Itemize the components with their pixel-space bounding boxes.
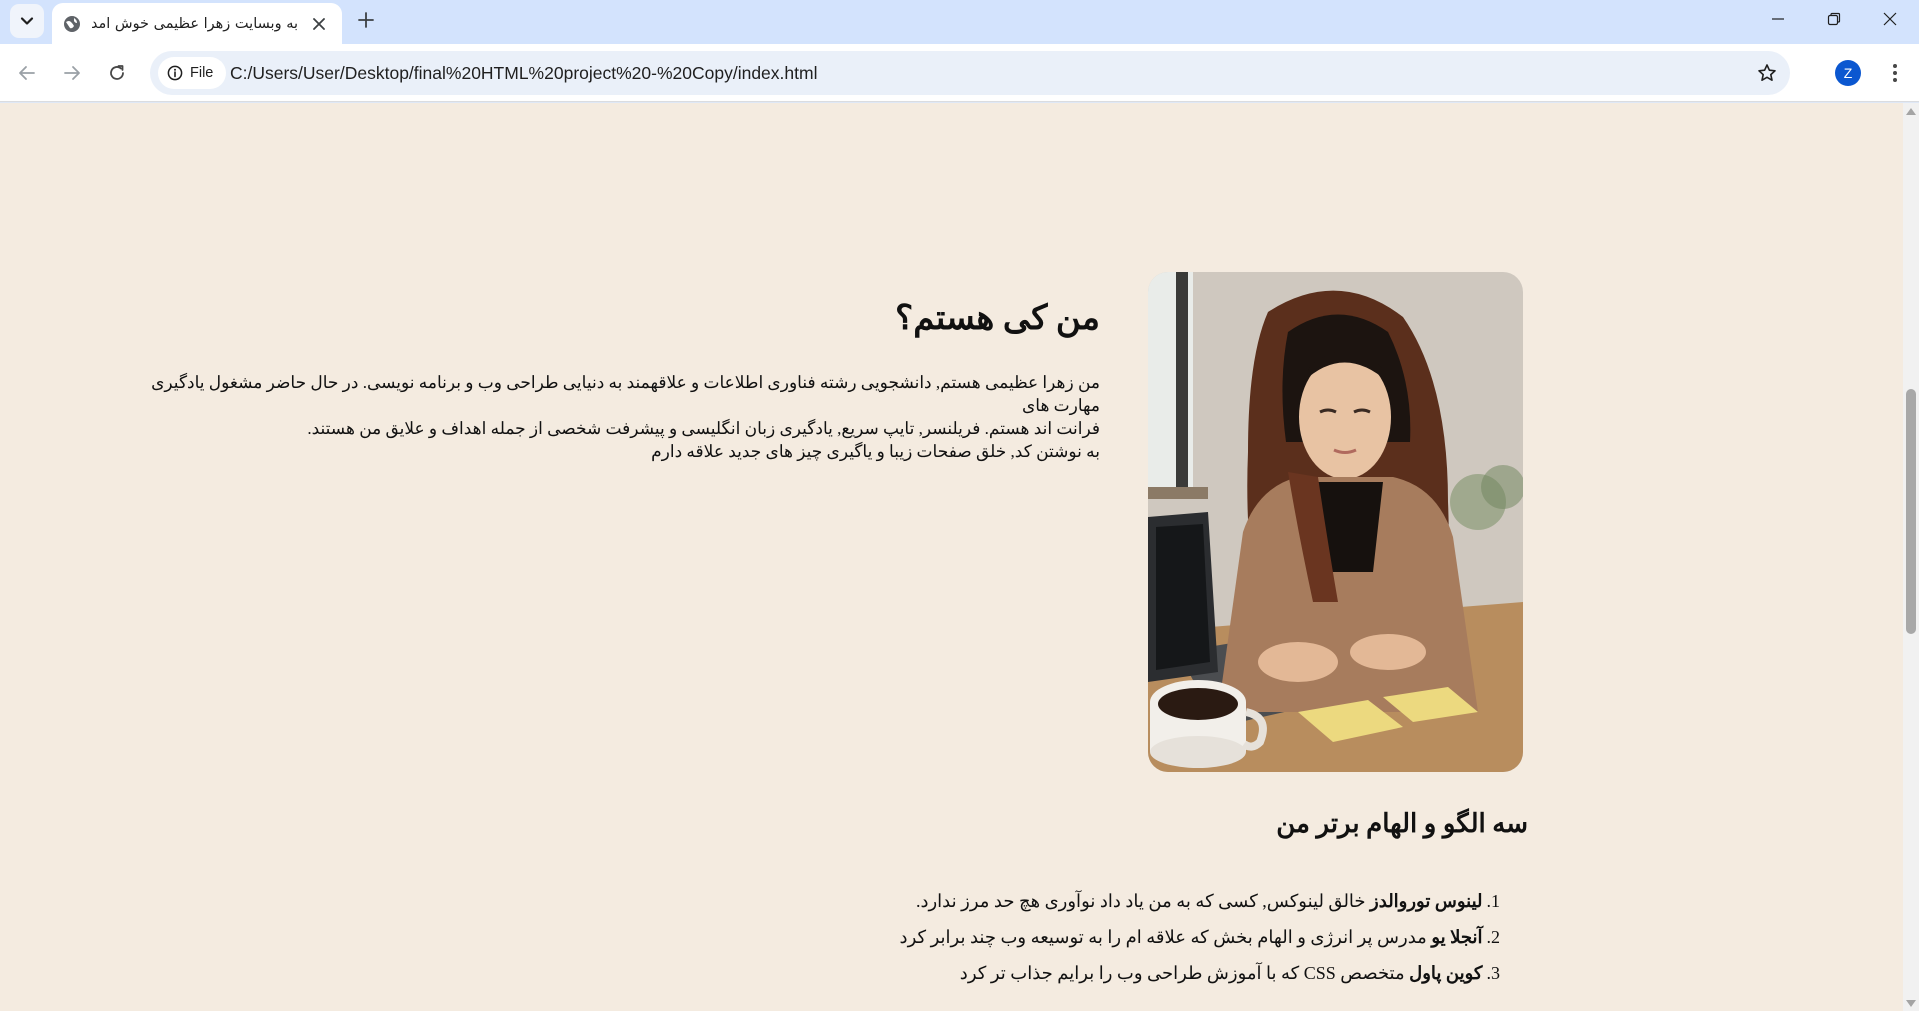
- browser-toolbar: File C:/Users/User/Desktop/final%20HTML%…: [0, 44, 1919, 102]
- list-item: 2.آنجلا یو مدرس پر انرژی و الهام بخش که …: [700, 919, 1500, 955]
- browser-menu-button[interactable]: [1880, 56, 1910, 90]
- idols-list: 1.لینوس توروالدز خالق لینوکس, کسی که به …: [700, 883, 1500, 991]
- about-line: فرانت اند هستم. فریلنسر, تایپ سریع, یادگ…: [307, 419, 1100, 438]
- scrollbar-thumb[interactable]: [1906, 389, 1916, 634]
- page-viewport: من کی هستم؟ من زهرا عظیمی هستم, دانشجویی…: [0, 103, 1903, 1011]
- more-vert-icon: [1893, 64, 1897, 82]
- plus-icon: [358, 12, 374, 28]
- arrow-left-icon: [19, 66, 35, 80]
- list-item-number: 3.: [1486, 963, 1501, 983]
- list-item-text: خالق لینوکس, کسی که به من یاد داد نوآوری…: [915, 891, 1371, 911]
- tab-title: به وبسایت زهرا عظیمی خوش آمدید: [92, 15, 298, 32]
- minimize-icon: [1772, 18, 1784, 20]
- about-paragraph: من زهرا عظیمی هستم, دانشجویی رشته فناوری…: [118, 371, 1100, 463]
- security-chip-label: File: [190, 65, 214, 81]
- list-item-text: متخصص CSS که با آموزش طراحی وب را برایم …: [959, 963, 1410, 983]
- globe-icon: [64, 15, 80, 32]
- minimize-button[interactable]: [1750, 0, 1806, 38]
- reload-button[interactable]: [99, 55, 135, 91]
- scroll-up-arrow-icon[interactable]: [1906, 108, 1916, 115]
- list-item-name: لینوس توروالدز: [1370, 891, 1483, 911]
- restore-button[interactable]: [1806, 0, 1862, 38]
- profile-avatar[interactable]: Z: [1835, 60, 1861, 86]
- close-window-button[interactable]: [1862, 0, 1918, 38]
- list-item: 1.لینوس توروالدز خالق لینوکس, کسی که به …: [700, 883, 1500, 919]
- browser-tab[interactable]: به وبسایت زهرا عظیمی خوش آمدید: [52, 3, 342, 44]
- list-item: 3.کوین پاول متخصص CSS که با آموزش طراحی …: [700, 955, 1500, 991]
- tab-close-icon[interactable]: [308, 13, 330, 35]
- list-item-name: آنجلا یو: [1431, 927, 1483, 947]
- about-heading: من کی هستم؟: [895, 300, 1100, 337]
- tab-strip: به وبسایت زهرا عظیمی خوش آمدید: [0, 0, 1919, 44]
- bookmark-button[interactable]: [1752, 58, 1782, 88]
- reload-icon: [110, 65, 124, 80]
- list-item-number: 2.: [1486, 927, 1501, 947]
- info-icon: [167, 65, 183, 81]
- page-scrollbar[interactable]: [1903, 103, 1919, 1011]
- new-tab-button[interactable]: [350, 4, 382, 36]
- arrow-right-icon: [64, 66, 80, 80]
- back-button[interactable]: [9, 55, 45, 91]
- url-text[interactable]: C:/Users/User/Desktop/final%20HTML%20pro…: [230, 63, 817, 84]
- idols-heading: سه الگو و الهام برتر من: [1276, 809, 1528, 838]
- about-line: به نوشتن کد, خلق صفحات زیبا و یاگیری چیز…: [651, 442, 1100, 461]
- restore-icon: [1827, 12, 1841, 26]
- profile-photo: [1148, 272, 1523, 772]
- site-info-chip[interactable]: File: [158, 57, 226, 89]
- star-icon: [1758, 64, 1776, 81]
- chevron-down-icon: [20, 17, 34, 25]
- scroll-down-arrow-icon[interactable]: [1906, 1000, 1916, 1007]
- list-item-text: مدرس پر انرژی و الهام بخش که علاقه ام را…: [899, 927, 1432, 947]
- about-line: من زهرا عظیمی هستم, دانشجویی رشته فناوری…: [151, 373, 1100, 415]
- portrait-illustration: [1148, 272, 1523, 772]
- close-icon: [1883, 12, 1897, 26]
- address-bar[interactable]: File C:/Users/User/Desktop/final%20HTML%…: [150, 51, 1790, 95]
- forward-button[interactable]: [54, 55, 90, 91]
- tab-search-button[interactable]: [10, 4, 44, 38]
- list-item-name: کوین پاول: [1409, 963, 1483, 983]
- list-item-number: 1.: [1486, 891, 1501, 911]
